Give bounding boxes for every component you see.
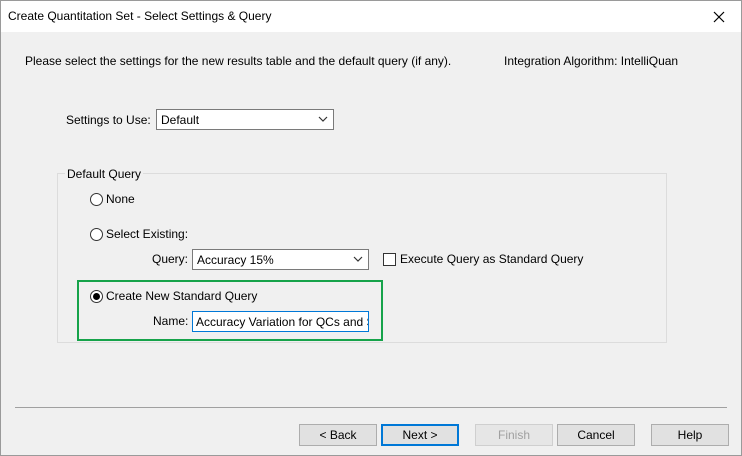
execute-query-label: Execute Query as Standard Query [400, 252, 584, 266]
chevron-down-icon [353, 256, 363, 262]
cancel-button[interactable]: Cancel [557, 424, 635, 446]
window-title: Create Quantitation Set - Select Setting… [8, 9, 272, 23]
footer-divider [15, 407, 727, 408]
settings-value: Default [161, 113, 200, 127]
radio-select-existing[interactable] [90, 228, 103, 241]
help-button[interactable]: Help [651, 424, 729, 446]
back-button[interactable]: < Back [299, 424, 377, 446]
name-input[interactable]: Accuracy Variation for QCs and S [192, 311, 369, 332]
query-value: Accuracy 15% [197, 253, 274, 267]
name-label: Name: [153, 314, 189, 328]
algorithm-label: Integration Algorithm: IntelliQuan [504, 54, 679, 68]
settings-label: Settings to Use: [66, 113, 151, 127]
radio-none[interactable] [90, 193, 103, 206]
name-input-value: Accuracy Variation for QCs and S [196, 315, 369, 329]
title-bar: Create Quantitation Set - Select Setting… [1, 1, 741, 32]
radio-create-new-label: Create New Standard Query [106, 289, 258, 303]
next-button[interactable]: Next > [381, 424, 459, 446]
execute-query-checkbox[interactable] [383, 253, 396, 266]
radio-none-label: None [106, 192, 135, 206]
finish-button[interactable]: Finish [475, 424, 553, 446]
intro-text: Please select the settings for the new r… [25, 54, 452, 68]
dialog-window: Create Quantitation Set - Select Setting… [0, 0, 742, 456]
query-label: Query: [152, 252, 189, 266]
radio-create-new[interactable] [90, 290, 103, 303]
close-button[interactable] [697, 1, 741, 32]
settings-combo[interactable]: Default [156, 109, 334, 130]
default-query-label: Default Query [65, 167, 144, 181]
radio-select-existing-label: Select Existing: [106, 227, 189, 241]
close-icon [713, 11, 725, 22]
query-combo[interactable]: Accuracy 15% [192, 249, 369, 270]
chevron-down-icon [318, 116, 328, 122]
